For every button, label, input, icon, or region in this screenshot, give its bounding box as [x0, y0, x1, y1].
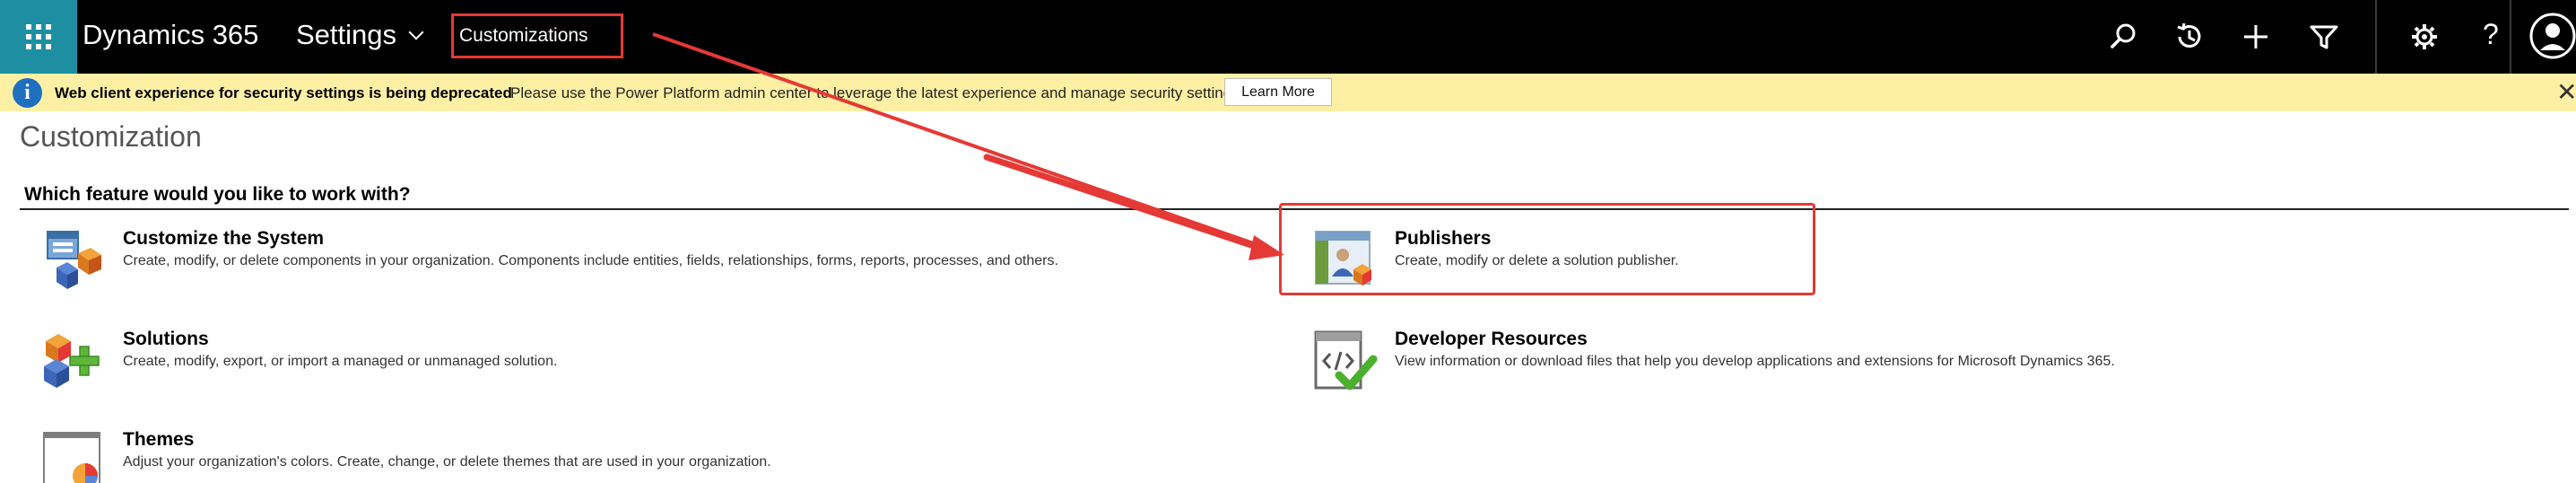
area-title-label: Settings — [296, 19, 397, 50]
gear-icon[interactable] — [2407, 20, 2441, 54]
feature-description: Create, modify, or delete components in … — [123, 253, 1058, 268]
feature-customize-system[interactable]: Customize the System Create, modify, or … — [40, 228, 1206, 300]
feature-title[interactable]: Solutions — [123, 329, 209, 350]
nav-divider — [2375, 0, 2377, 74]
learn-more-button[interactable]: Learn More — [1224, 78, 1332, 106]
recent-icon[interactable] — [2172, 20, 2206, 54]
customize-system-icon — [47, 231, 101, 289]
plus-icon[interactable] — [2239, 20, 2273, 54]
solutions-icon — [44, 334, 100, 388]
annotation-highlight-box — [1279, 203, 1815, 295]
themes-icon — [43, 432, 100, 483]
section-heading: Which feature would you like to work wit… — [24, 184, 411, 205]
info-icon: i — [13, 78, 42, 108]
top-navigation-bar: Dynamics 365 Settings Customizations ? — [0, 0, 2576, 74]
app-title[interactable]: Dynamics 365 — [83, 19, 258, 51]
area-selector[interactable]: Settings — [296, 19, 424, 51]
feature-title[interactable]: Customize the System — [123, 228, 324, 250]
waffle-icon — [26, 24, 51, 49]
filter-icon[interactable] — [2307, 20, 2341, 54]
search-icon[interactable] — [2106, 20, 2140, 54]
feature-themes[interactable]: Themes Adjust your organization's colors… — [40, 429, 848, 483]
feature-description: Create, modify, export, or import a mana… — [123, 354, 558, 369]
notification-message: Please use the Power Platform admin cent… — [510, 84, 1240, 101]
developer-resources-icon — [1314, 330, 1378, 391]
help-icon[interactable]: ? — [2483, 18, 2499, 51]
feature-solutions[interactable]: Solutions Create, modify, export, or imp… — [40, 329, 668, 400]
feature-title[interactable]: Themes — [123, 429, 194, 451]
app-launcher-button[interactable] — [0, 0, 77, 74]
nav-divider — [2510, 0, 2511, 74]
feature-title[interactable]: Developer Resources — [1395, 329, 1588, 350]
chevron-down-icon — [408, 24, 424, 40]
feature-description: View information or download files that … — [1395, 354, 2115, 369]
breadcrumb-label: Customizations — [459, 25, 588, 46]
notification-title: Web client experience for security setti… — [55, 84, 512, 101]
page-title: Customization — [20, 120, 202, 153]
avatar[interactable] — [2529, 13, 2576, 59]
feature-description: Adjust your organization's colors. Creat… — [123, 454, 771, 470]
close-icon[interactable]: ✕ — [2556, 79, 2576, 106]
breadcrumb[interactable]: Customizations — [451, 13, 623, 58]
feature-developer-resources[interactable]: Developer Resources View information or … — [1312, 329, 2209, 400]
